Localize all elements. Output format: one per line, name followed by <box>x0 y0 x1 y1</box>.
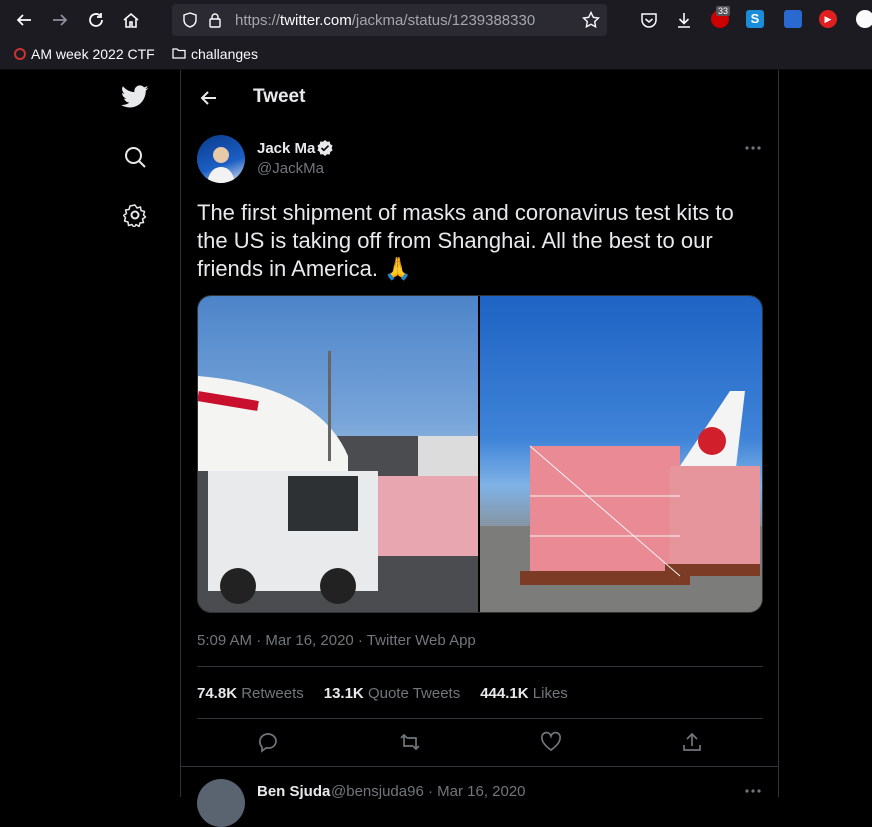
tweet-stats: 74.8K Retweets 13.1K Quote Tweets 444.1K… <box>197 685 568 702</box>
retweets-label: Retweets <box>241 685 304 702</box>
bookmarks-bar: AM week 2022 CTF challanges <box>0 40 872 70</box>
quote-tweets-label: Quote Tweets <box>367 685 461 702</box>
folder-icon <box>172 46 186 62</box>
bookmark-folder[interactable]: challanges <box>172 46 258 62</box>
bookmark-label: AM week 2022 CTF <box>31 46 155 62</box>
bitwarden-icon[interactable] <box>784 10 802 28</box>
url-scheme: https:// <box>235 12 281 29</box>
column-header: Tweet <box>181 70 778 125</box>
tweet-photo-cargo-pallets[interactable] <box>480 296 762 612</box>
tweet-timestamp[interactable]: 5:09 AM · Mar 16, 2020 · Twitter Web App <box>197 632 476 649</box>
reply-tweet[interactable]: Ben Sjuda @bensjuda96 · Mar 16, 2020 <box>181 766 778 827</box>
twitter-page: Tweet Jack Ma @JackMa The first shipment… <box>0 70 872 827</box>
like-heart-icon[interactable] <box>539 730 563 754</box>
verified-badge-icon <box>316 139 334 157</box>
reply-avatar[interactable] <box>197 779 245 827</box>
bookmark-item[interactable]: AM week 2022 CTF <box>14 46 155 62</box>
quote-tweets-stat[interactable]: 13.1K Quote Tweets <box>324 685 460 702</box>
divider <box>197 718 763 719</box>
arrow-left-icon[interactable] <box>195 84 223 112</box>
author-avatar[interactable] <box>197 135 245 183</box>
more-horizontal-icon[interactable] <box>743 138 763 158</box>
author-handle[interactable]: @JackMa <box>257 160 324 177</box>
youtube-extension-icon[interactable]: ▶ <box>819 10 837 28</box>
primary-column: Tweet Jack Ma @JackMa The first shipment… <box>180 70 779 827</box>
retweets-count: 74.8K <box>197 685 238 702</box>
share-icon[interactable] <box>680 730 704 754</box>
home-icon[interactable] <box>119 8 143 32</box>
page-title: Tweet <box>253 86 306 107</box>
retweets-stat[interactable]: 74.8K Retweets <box>197 685 304 702</box>
star-icon[interactable] <box>581 10 601 34</box>
gnome-extension-icon[interactable] <box>856 10 872 28</box>
shield-icon[interactable] <box>182 12 198 33</box>
reply-icon[interactable] <box>256 730 280 754</box>
likes-stat[interactable]: 444.1K Likes <box>480 685 568 702</box>
url-bar[interactable]: https://twitter.com/jackma/status/123938… <box>172 4 607 36</box>
twitter-logo-icon[interactable] <box>120 82 150 112</box>
reload-icon[interactable] <box>84 8 108 32</box>
quote-tweets-count: 13.1K <box>323 685 364 702</box>
reply-handle-date[interactable]: @bensjuda96 · Mar 16, 2020 <box>331 783 526 800</box>
reply-author-name[interactable]: Ben Sjuda <box>257 783 330 800</box>
browser-toolbar: https://twitter.com/jackma/status/123938… <box>0 0 872 40</box>
url-path: /jackma/status/1239388330 <box>351 12 536 29</box>
bookmark-folder-label: challanges <box>191 46 258 62</box>
lock-icon[interactable] <box>208 12 222 33</box>
extension-badge: 33 <box>716 6 731 16</box>
extension-s-icon[interactable]: S <box>746 10 764 28</box>
url-text: https://twitter.com/jackma/status/123938… <box>235 12 570 29</box>
author-name[interactable]: Jack Ma <box>257 140 315 157</box>
back-icon[interactable] <box>12 8 36 32</box>
bookmark-favicon-icon <box>14 48 26 60</box>
reply-more-icon[interactable] <box>743 781 763 806</box>
url-host: twitter.com <box>280 12 352 29</box>
divider <box>197 666 763 667</box>
forward-icon[interactable] <box>48 8 72 32</box>
tweet-text: The first shipment of masks and coronavi… <box>197 200 734 281</box>
tweet-photo-cargo-loading[interactable] <box>198 296 478 612</box>
likes-count: 444.1K <box>480 685 529 702</box>
search-icon[interactable] <box>120 142 150 172</box>
tweet-media[interactable] <box>197 295 763 613</box>
retweet-icon[interactable] <box>398 730 422 754</box>
pocket-icon[interactable] <box>637 8 661 32</box>
left-navigation <box>0 70 180 797</box>
settings-gear-icon[interactable] <box>120 200 150 230</box>
likes-label: Likes <box>532 685 568 702</box>
download-icon[interactable] <box>672 8 696 32</box>
tweet-actions <box>197 730 763 758</box>
